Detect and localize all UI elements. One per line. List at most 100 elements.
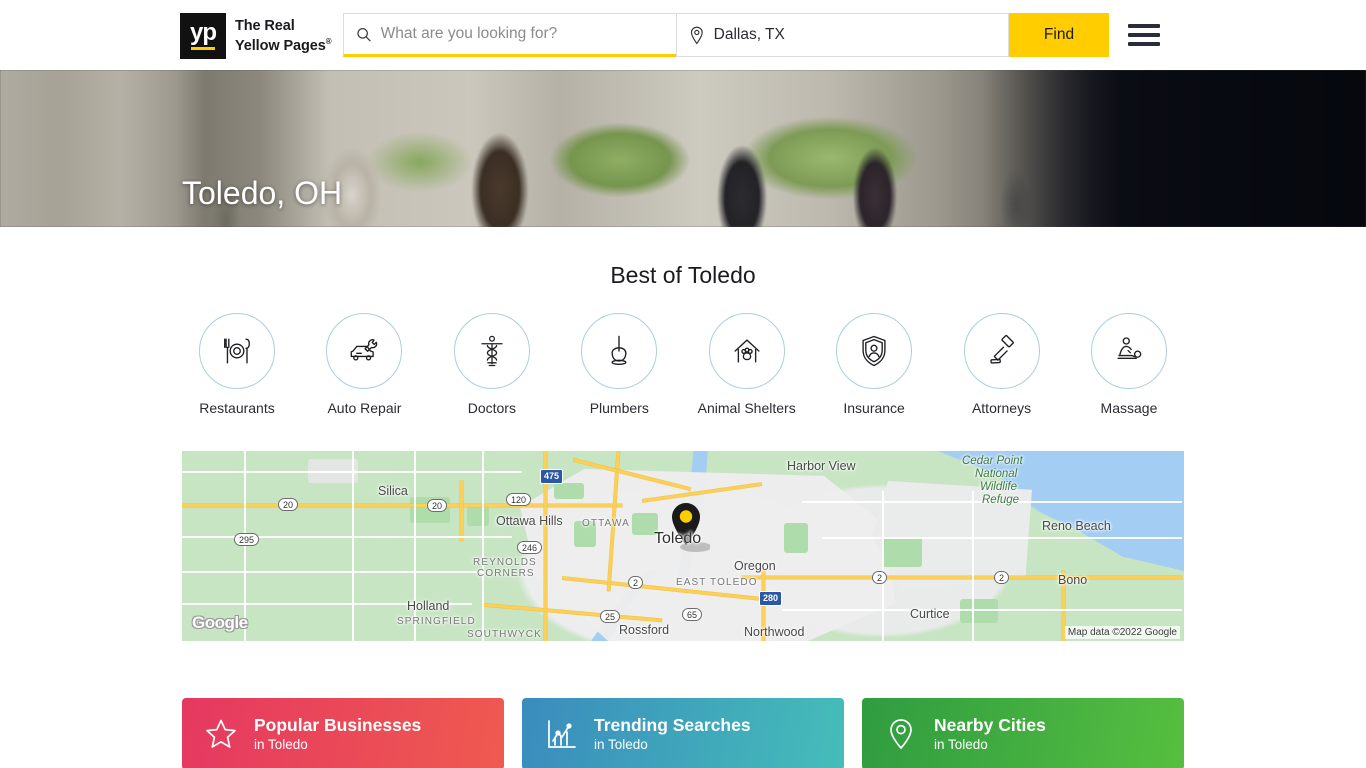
category-label: Massage <box>1100 400 1158 416</box>
map-route-shield: 65 <box>682 608 703 621</box>
map-street <box>822 537 1182 539</box>
yp-logo-wordmark: The Real Yellow Pages® <box>235 18 332 54</box>
map-street <box>352 451 354 641</box>
map-place-label: Ottawa Hills <box>496 514 563 528</box>
map-route-shield: 20 <box>278 498 299 511</box>
map-road <box>460 481 463 541</box>
category-label: Plumbers <box>589 400 649 416</box>
map-street <box>782 609 1182 611</box>
map-interstate-shield: 280 <box>759 591 783 606</box>
map-road <box>182 504 622 507</box>
yp-logo-trademark: ® <box>325 37 332 47</box>
google-logo: Google <box>192 613 248 632</box>
hamburger-menu-icon[interactable] <box>1128 24 1160 46</box>
map-park <box>882 537 922 567</box>
map-street <box>972 491 974 641</box>
map-route-shield: 20 <box>427 499 448 512</box>
search-what-field[interactable] <box>343 13 676 57</box>
map-park <box>467 506 489 526</box>
map-place-label: CORNERS <box>477 568 535 579</box>
category-insurance[interactable]: Insurance <box>819 313 929 416</box>
map-route-shield: 2 <box>628 576 644 589</box>
map-place-label: Oregon <box>734 559 776 573</box>
hamburger-bar-1 <box>1128 24 1160 28</box>
map-protected-area-label: Wildlife <box>980 481 1017 493</box>
map-place-label: Rossford <box>619 623 670 637</box>
card-nearby-cities[interactable]: Nearby Cities in Toledo <box>862 698 1184 768</box>
map-street <box>182 571 482 573</box>
map-center-city-label: Toledo <box>654 530 702 547</box>
map-route-shield: 2 <box>872 571 888 584</box>
search-bar: Find <box>343 13 1109 57</box>
insurance-icon <box>836 313 913 389</box>
card-title: Popular Businesses <box>254 715 422 735</box>
category-label: Animal Shelters <box>697 400 796 416</box>
card-title: Trending Searches <box>594 715 751 735</box>
map-pin-icon <box>890 719 912 750</box>
category-label: Attorneys <box>971 400 1032 416</box>
page-title: Toledo, OH <box>182 175 343 211</box>
map-park <box>960 599 998 623</box>
yp-logo-letters: yp <box>189 19 217 46</box>
search-icon <box>357 27 371 41</box>
site-header: yp The Real Yellow Pages® Find <box>0 0 1366 70</box>
card-text: Trending Searches in Toledo <box>594 715 751 753</box>
star-icon <box>206 719 236 748</box>
yp-logo-line1: The Real <box>235 18 295 35</box>
yp-logo[interactable]: yp The Real Yellow Pages® <box>180 13 332 59</box>
category-animal-shelters[interactable]: Animal Shelters <box>692 313 802 416</box>
map-place-label: Harbor View <box>787 459 856 473</box>
category-label: Insurance <box>843 400 905 416</box>
map-place-label: OTTAWA <box>582 518 630 529</box>
search-input[interactable] <box>380 25 664 43</box>
search-where-field[interactable] <box>676 13 1009 57</box>
map-route-shield: 120 <box>506 493 532 506</box>
category-plumbers[interactable]: Plumbers <box>564 313 674 416</box>
category-auto-repair[interactable]: Auto Repair <box>309 313 419 416</box>
card-title: Nearby Cities <box>934 715 1046 735</box>
category-restaurants[interactable]: Restaurants <box>182 313 292 416</box>
plumbers-icon <box>581 313 658 389</box>
animal-shelters-icon <box>708 313 785 389</box>
map-place-label: Northwood <box>744 625 805 639</box>
category-doctors[interactable]: Doctors <box>437 313 547 416</box>
category-label: Auto Repair <box>327 400 402 416</box>
map-place-label: REYNOLDS <box>473 557 537 568</box>
category-label: Restaurants <box>199 400 275 416</box>
map-place-label: Holland <box>407 599 450 613</box>
map-interstate-shield: 475 <box>540 469 564 484</box>
map-place-label: Curtice <box>910 607 950 621</box>
card-trending-searches[interactable]: Trending Searches in Toledo <box>522 698 844 768</box>
best-of-heading: Best of Toledo <box>610 262 756 288</box>
map-route-shield: 246 <box>517 541 543 554</box>
location-input[interactable] <box>713 26 996 44</box>
map-park <box>784 523 808 553</box>
map-street <box>482 451 484 641</box>
find-button[interactable]: Find <box>1009 13 1109 57</box>
hamburger-bar-2 <box>1128 33 1160 37</box>
hamburger-bar-3 <box>1128 42 1160 46</box>
card-subtitle: in Toledo <box>254 737 308 752</box>
map-protected-area-label: Refuge <box>982 494 1020 506</box>
map-route-shield: 295 <box>234 533 260 546</box>
map-attribution: Map data ©2022 Google <box>1064 626 1180 639</box>
map-protected-area-label: National <box>975 468 1018 480</box>
category-attorneys[interactable]: Attorneys <box>947 313 1057 416</box>
yp-logo-line2: Yellow Pages® <box>235 37 332 54</box>
location-pin-icon <box>690 26 703 44</box>
category-list: Restaurants Auto Repair Doctors Plumbers… <box>182 313 1184 416</box>
yp-logo-mark: yp <box>180 13 226 59</box>
card-popular-businesses[interactable]: Popular Businesses in Toledo <box>182 698 504 768</box>
card-text: Nearby Cities in Toledo <box>934 715 1046 753</box>
attorneys-icon <box>963 313 1040 389</box>
card-subtitle: in Toledo <box>594 737 648 752</box>
massage-icon <box>1090 313 1167 389</box>
trending-chart-icon <box>548 720 576 748</box>
map-place-label: EAST TOLEDO <box>676 577 758 588</box>
map-street <box>882 491 884 641</box>
doctors-icon <box>453 313 530 389</box>
card-text: Popular Businesses in Toledo <box>254 715 421 753</box>
category-massage[interactable]: Massage <box>1074 313 1184 416</box>
location-map[interactable]: 20 295 20 120 246 2 25 65 2 2 475 280 Si… <box>182 451 1184 641</box>
map-route-shield: 25 <box>600 610 621 623</box>
